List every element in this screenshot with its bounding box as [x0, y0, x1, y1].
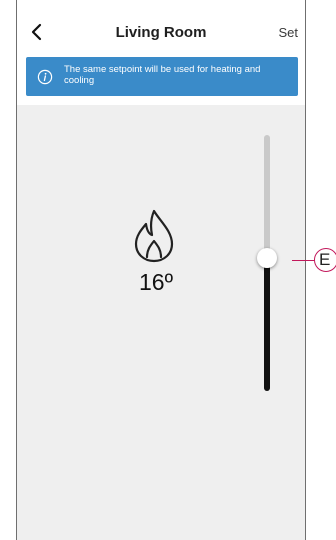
setpoint-panel: 16º	[17, 105, 305, 540]
info-icon	[37, 69, 53, 85]
set-button[interactable]: Set	[278, 25, 298, 40]
flame-icon	[130, 207, 178, 265]
header: Living Room Set	[17, 0, 305, 56]
callout-line	[292, 260, 316, 261]
callout-badge: E	[314, 248, 336, 272]
temperature-value: 16º	[139, 269, 173, 295]
banner-text: The same setpoint will be used for heati…	[64, 64, 261, 86]
info-banner: The same setpoint will be used for heati…	[26, 57, 298, 96]
setpoint-slider[interactable]	[253, 135, 281, 391]
slider-fill	[264, 257, 270, 391]
page-title: Living Room	[115, 24, 207, 41]
slider-thumb[interactable]	[257, 247, 277, 268]
phone-screen: Living Room Set The same setpoint will b…	[16, 0, 306, 540]
